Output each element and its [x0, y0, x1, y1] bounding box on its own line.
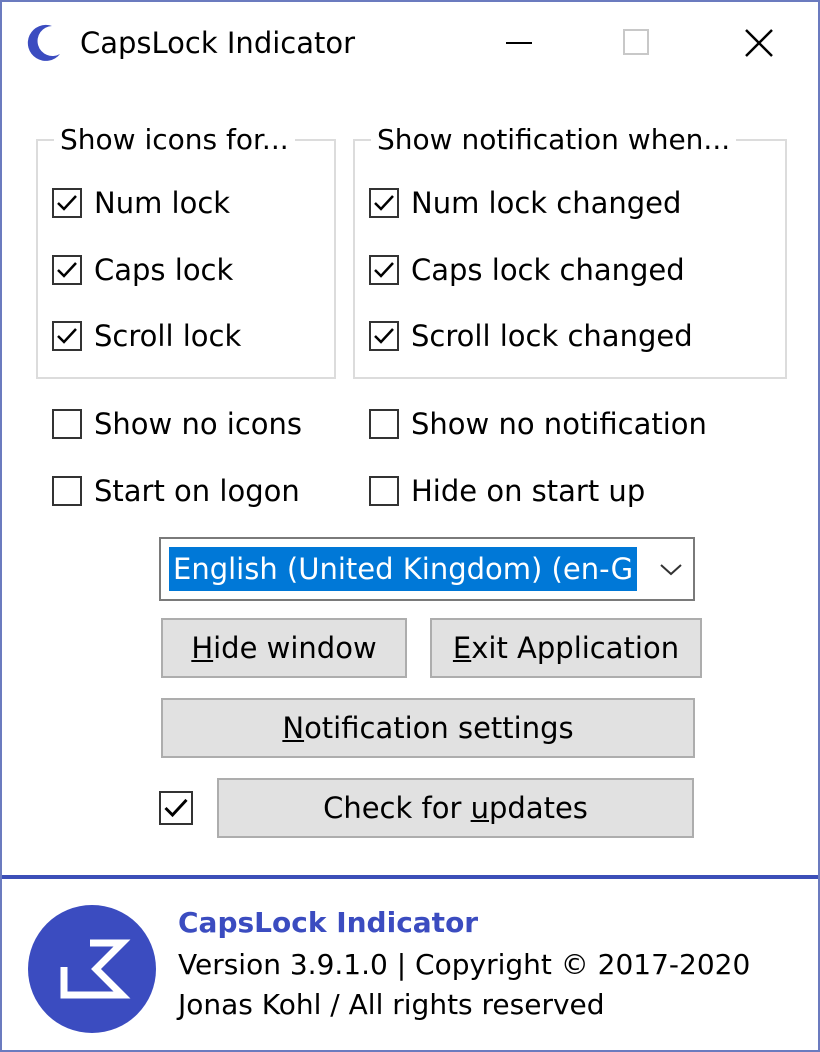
- maximize-icon: [623, 29, 649, 55]
- notification-settings-button[interactable]: Notification settings: [161, 698, 695, 758]
- start-on-logon-label: Start on logon: [94, 474, 300, 508]
- window-title: CapsLock Indicator: [80, 26, 356, 60]
- caps-lock-label: Caps lock: [94, 253, 234, 287]
- footer-app-name: CapsLock Indicator: [178, 906, 479, 939]
- show-notification-legend: Show notification when...: [371, 121, 737, 159]
- checkbox-caps-lock[interactable]: Caps lock: [52, 250, 233, 290]
- checkbox-box[interactable]: [369, 255, 399, 285]
- checkbox-caps-lock-changed[interactable]: Caps lock changed: [369, 250, 685, 290]
- language-selected-value: English (United Kingdom) (en-G: [169, 547, 638, 591]
- num-lock-label: Num lock: [94, 186, 231, 220]
- title-bar[interactable]: CapsLock Indicator: [2, 2, 818, 84]
- scroll-lock-changed-label: Scroll lock changed: [411, 319, 693, 353]
- footer-rights: Jonas Kohl / All rights reserved: [178, 988, 605, 1021]
- checkbox-box[interactable]: [52, 188, 82, 218]
- checkbox-box[interactable]: [52, 255, 82, 285]
- hide-on-start-up-label: Hide on start up: [411, 474, 646, 508]
- minimize-button[interactable]: [460, 2, 578, 84]
- check-for-updates-label-pre: Check for: [323, 791, 471, 825]
- app-logo-icon: [28, 905, 156, 1033]
- checkbox-box[interactable]: [159, 791, 193, 825]
- show-notification-group: Show notification when... Num lock chang…: [353, 121, 787, 379]
- footer-version: Version 3.9.1.0 | Copyright © 2017-2020: [178, 948, 751, 981]
- maximize-button[interactable]: [578, 2, 696, 84]
- chevron-down-icon[interactable]: [657, 557, 685, 581]
- checkbox-show-no-icons[interactable]: Show no icons: [52, 404, 302, 444]
- scroll-lock-label: Scroll lock: [94, 319, 242, 353]
- checkbox-box[interactable]: [52, 409, 82, 439]
- show-icons-group: Show icons for... Num lock Caps lock Scr…: [36, 121, 336, 379]
- check-for-updates-mnemonic: u: [470, 791, 489, 825]
- checkbox-start-on-logon[interactable]: Start on logon: [52, 471, 300, 511]
- about-footer: CapsLock Indicator Version 3.9.1.0 | Cop…: [2, 879, 818, 1050]
- caps-lock-changed-label: Caps lock changed: [411, 253, 685, 287]
- hide-window-label: ide window: [213, 631, 377, 665]
- hide-window-mnemonic: H: [191, 631, 214, 665]
- checkbox-scroll-lock-changed[interactable]: Scroll lock changed: [369, 316, 693, 356]
- notification-settings-label: otification settings: [304, 711, 574, 745]
- checkbox-box[interactable]: [369, 409, 399, 439]
- check-for-updates-button[interactable]: Check for updates: [217, 778, 694, 838]
- checkbox-scroll-lock[interactable]: Scroll lock: [52, 316, 241, 356]
- minimize-icon: [506, 42, 532, 44]
- checkbox-show-no-notification[interactable]: Show no notification: [369, 404, 707, 444]
- app-moon-icon: [27, 24, 60, 61]
- hide-window-button[interactable]: Hide window: [161, 618, 407, 678]
- close-button[interactable]: [700, 2, 818, 84]
- checkbox-box[interactable]: [52, 321, 82, 351]
- checkbox-num-lock[interactable]: Num lock: [52, 183, 230, 223]
- checkmark-icon: [374, 195, 394, 211]
- checkbox-box[interactable]: [369, 188, 399, 218]
- num-lock-changed-label: Num lock changed: [411, 186, 682, 220]
- checkmark-icon: [57, 262, 77, 278]
- show-icons-legend: Show icons for...: [54, 121, 295, 159]
- checkbox-box[interactable]: [369, 321, 399, 351]
- checkbox-num-lock-changed[interactable]: Num lock changed: [369, 183, 681, 223]
- checkmark-icon: [374, 262, 394, 278]
- check-for-updates-label-rest: pdates: [489, 791, 588, 825]
- checkbox-hide-on-start-up[interactable]: Hide on start up: [369, 471, 645, 511]
- checkbox-auto-check-updates[interactable]: [159, 788, 193, 828]
- exit-application-button[interactable]: Exit Application: [430, 618, 702, 678]
- notification-settings-mnemonic: N: [282, 711, 305, 745]
- checkbox-box[interactable]: [369, 476, 399, 506]
- capslock-indicator-window: CapsLock Indicator Show icons for... Num…: [0, 0, 820, 1052]
- show-no-notification-label: Show no notification: [411, 407, 707, 441]
- close-icon: [745, 29, 773, 57]
- checkbox-box[interactable]: [52, 476, 82, 506]
- checkmark-icon: [374, 328, 394, 344]
- checkmark-icon: [57, 328, 77, 344]
- show-no-icons-label: Show no icons: [94, 407, 303, 441]
- exit-application-mnemonic: E: [452, 631, 472, 665]
- exit-application-label: xit Application: [471, 631, 680, 665]
- language-select[interactable]: English (United Kingdom) (en-G: [159, 537, 695, 601]
- checkmark-icon: [57, 195, 77, 211]
- checkmark-icon: [164, 798, 188, 818]
